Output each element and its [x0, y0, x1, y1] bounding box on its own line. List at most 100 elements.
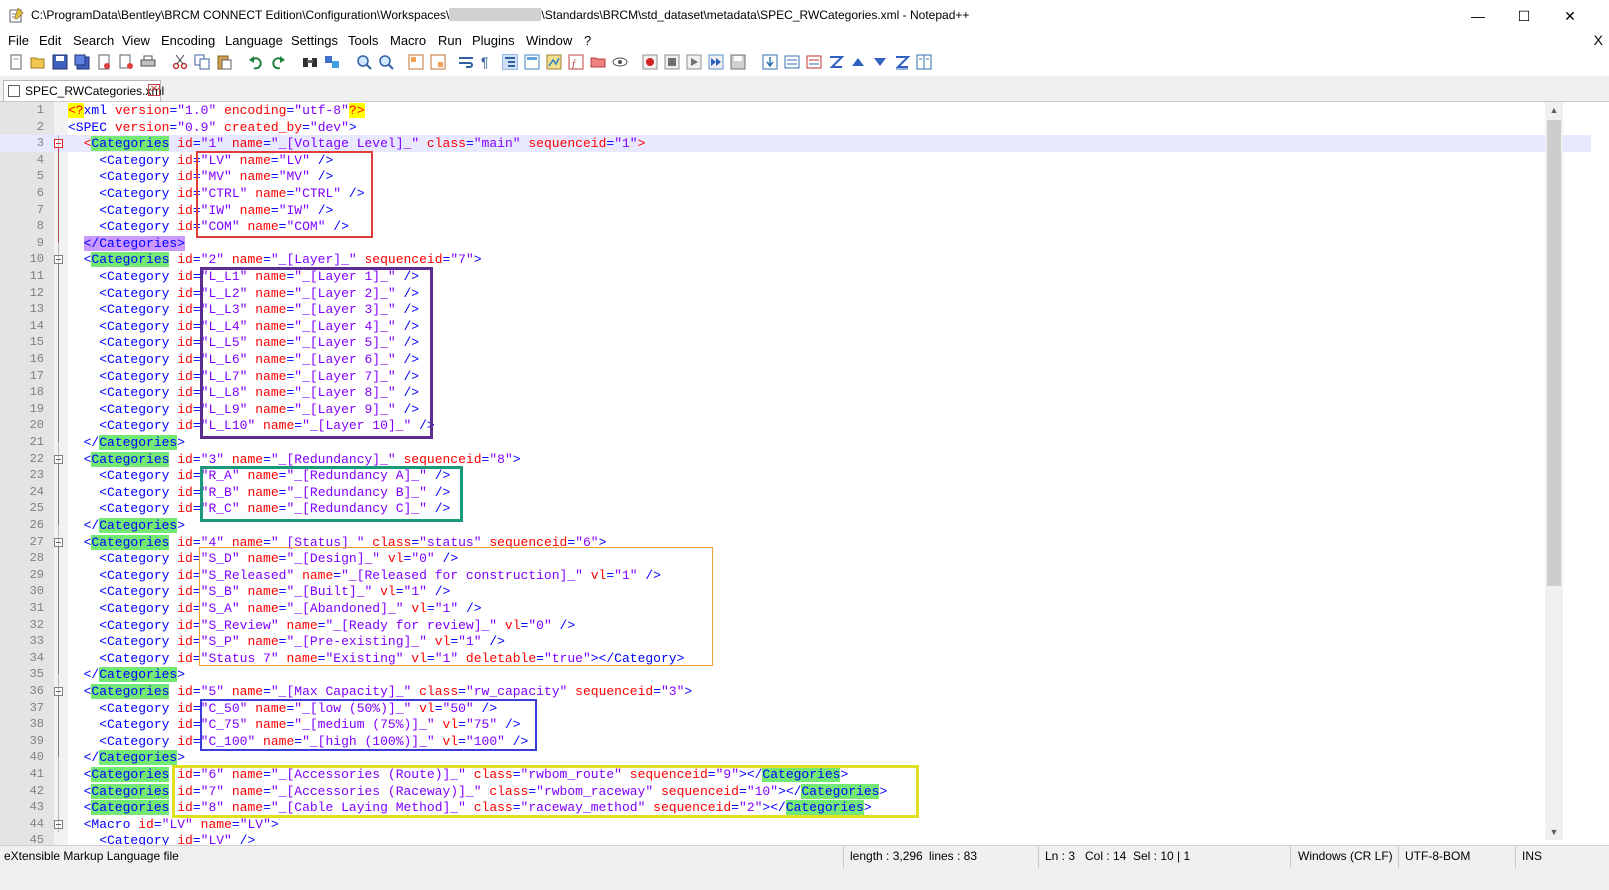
- menu-window[interactable]: Window: [526, 33, 572, 48]
- save-macro-icon[interactable]: [730, 54, 746, 70]
- code-line[interactable]: 37 <Category id="C_50" name="_[low (50%)…: [0, 700, 1591, 717]
- next-diff-icon[interactable]: [872, 54, 888, 70]
- previous-diff-icon[interactable]: [850, 54, 866, 70]
- code-line[interactable]: 28 <Category id="S_D" name="_[Design]_" …: [0, 550, 1591, 567]
- scroll-up-icon[interactable]: ▲: [1545, 102, 1563, 118]
- code-line[interactable]: 11 <Category id="L_L1" name="_[Layer 1]_…: [0, 268, 1591, 285]
- new-file-icon[interactable]: [8, 54, 24, 70]
- code-line[interactable]: 6 <Category id="CTRL" name="CTRL" />: [0, 185, 1591, 202]
- menu-run[interactable]: Run: [438, 33, 462, 48]
- zoom-in-icon[interactable]: [356, 54, 372, 70]
- record-macro-icon[interactable]: [642, 54, 658, 70]
- code-line[interactable]: 18 <Category id="L_L8" name="_[Layer 8]_…: [0, 384, 1591, 401]
- print-icon[interactable]: [140, 54, 156, 70]
- scroll-down-icon[interactable]: ▼: [1545, 824, 1563, 840]
- code-line[interactable]: 38 <Category id="C_75" name="_[medium (7…: [0, 716, 1591, 733]
- tab-close-icon[interactable]: ✕: [148, 84, 160, 96]
- maximize-button[interactable]: ☐: [1501, 0, 1547, 32]
- code-line[interactable]: 17 <Category id="L_L7" name="_[Layer 7]_…: [0, 368, 1591, 385]
- tab-spec-rwcategories[interactable]: SPEC_RWCategories.xml ✕: [3, 80, 164, 101]
- code-line[interactable]: 30 <Category id="S_B" name="_[Built]_" v…: [0, 583, 1591, 600]
- code-line[interactable]: 23 <Category id="R_A" name="_[Redundancy…: [0, 467, 1591, 484]
- code-line[interactable]: 42 <Categories id="7" name="_[Accessorie…: [0, 783, 1591, 800]
- code-line[interactable]: 2 <SPEC version="0.9" created_by="dev">: [0, 119, 1591, 136]
- undo-icon[interactable]: [248, 54, 264, 70]
- code-line[interactable]: 40 </Categories>: [0, 749, 1591, 766]
- menu-encoding[interactable]: Encoding: [161, 33, 215, 48]
- code-line[interactable]: 29 <Category id="S_Released" name="_[Rel…: [0, 567, 1591, 584]
- code-line[interactable]: 8 <Category id="COM" name="COM" />: [0, 218, 1591, 235]
- code-editor[interactable]: 1 <?xml version="1.0" encoding="utf-8"?> 2…: [0, 102, 1609, 860]
- sync-horizontal-icon[interactable]: [430, 54, 446, 70]
- code-line[interactable]: 21 </Categories>: [0, 434, 1591, 451]
- menu-file[interactable]: File: [8, 33, 29, 48]
- find-icon[interactable]: [302, 54, 318, 70]
- code-line[interactable]: 5 <Category id="MV" name="MV" />: [0, 168, 1591, 185]
- menu-settings[interactable]: Settings: [291, 33, 338, 48]
- show-all-chars-icon[interactable]: ¶: [478, 54, 494, 70]
- code-line[interactable]: 3 <Categories id="1" name="_[Voltage Lev…: [0, 135, 1591, 153]
- save-icon[interactable]: [52, 54, 68, 70]
- zoom-out-icon[interactable]: [378, 54, 394, 70]
- menu-view[interactable]: View: [122, 33, 150, 48]
- code-line[interactable]: 34 <Category id="Status 7" name="Existin…: [0, 650, 1591, 667]
- code-line[interactable]: 16 <Category id="L_L6" name="_[Layer 6]_…: [0, 351, 1591, 368]
- redo-icon[interactable]: [270, 54, 286, 70]
- close-file-icon[interactable]: [96, 54, 112, 70]
- minimize-button[interactable]: —: [1455, 0, 1501, 32]
- menu-search[interactable]: Search: [73, 33, 114, 48]
- copy-icon[interactable]: [194, 54, 210, 70]
- code-line[interactable]: 43 <Categories id="8" name="_[Cable Layi…: [0, 799, 1591, 816]
- menu-macro[interactable]: Macro: [390, 33, 426, 48]
- compare-panel-icon[interactable]: [916, 54, 932, 70]
- cut-icon[interactable]: [172, 54, 188, 70]
- indent-guide-icon[interactable]: [502, 54, 518, 70]
- scroll-thumb[interactable]: [1547, 120, 1561, 586]
- open-file-icon[interactable]: [30, 54, 46, 70]
- first-diff-icon[interactable]: [828, 54, 844, 70]
- xml-tools-icon[interactable]: [762, 54, 778, 70]
- save-all-icon[interactable]: [74, 54, 90, 70]
- play-macro-icon[interactable]: [686, 54, 702, 70]
- code-line[interactable]: 9 </Categories>: [0, 235, 1591, 252]
- udl-icon[interactable]: [524, 54, 540, 70]
- code-line[interactable]: 15 <Category id="L_L5" name="_[Layer 5]_…: [0, 334, 1591, 351]
- replace-icon[interactable]: [324, 54, 340, 70]
- code-line[interactable]: 33 <Category id="S_P" name="_[Pre-existi…: [0, 633, 1591, 650]
- code-line[interactable]: 44 <Macro id="LV" name="LV">: [0, 816, 1591, 833]
- menu-tools[interactable]: Tools: [348, 33, 378, 48]
- code-line[interactable]: 22 <Categories id="3" name="_[Redundancy…: [0, 451, 1591, 468]
- code-line[interactable]: 32 <Category id="S_Review" name="_[Ready…: [0, 617, 1591, 634]
- vertical-scrollbar[interactable]: ▲ ▼: [1545, 102, 1563, 840]
- menu-plugins[interactable]: Plugins: [472, 33, 515, 48]
- last-diff-icon[interactable]: [894, 54, 910, 70]
- code-line[interactable]: 24 <Category id="R_B" name="_[Redundancy…: [0, 484, 1591, 501]
- folder-workspace-icon[interactable]: [590, 54, 606, 70]
- doc-map-icon[interactable]: [546, 54, 562, 70]
- code-line[interactable]: 20 <Category id="L_L10" name="_[Layer 10…: [0, 417, 1591, 434]
- code-line[interactable]: 10 <Categories id="2" name="_[Layer]_" s…: [0, 251, 1591, 268]
- code-line[interactable]: 4 <Category id="LV" name="LV" />: [0, 152, 1591, 169]
- code-line[interactable]: 19 <Category id="L_L9" name="_[Layer 9]_…: [0, 401, 1591, 418]
- menu-help[interactable]: ?: [584, 33, 591, 48]
- sync-vertical-icon[interactable]: [408, 54, 424, 70]
- word-wrap-icon[interactable]: [458, 54, 474, 70]
- close-button[interactable]: ✕: [1547, 0, 1593, 32]
- compare-icon[interactable]: [784, 54, 800, 70]
- run-macro-multiple-icon[interactable]: [708, 54, 724, 70]
- code-line[interactable]: 31 <Category id="S_A" name="_[Abandoned]…: [0, 600, 1591, 617]
- code-line[interactable]: 35 </Categories>: [0, 666, 1591, 683]
- function-list-icon[interactable]: f: [568, 54, 584, 70]
- code-line[interactable]: 1 <?xml version="1.0" encoding="utf-8"?>: [0, 102, 1591, 119]
- code-line[interactable]: 41 <Categories id="6" name="_[Accessorie…: [0, 766, 1591, 783]
- code-line[interactable]: 25 <Category id="R_C" name="_[Redundancy…: [0, 500, 1591, 517]
- close-document-button[interactable]: X: [1594, 32, 1603, 48]
- code-line[interactable]: 12 <Category id="L_L2" name="_[Layer 2]_…: [0, 285, 1591, 302]
- paste-icon[interactable]: [216, 54, 232, 70]
- code-line[interactable]: 13 <Category id="L_L3" name="_[Layer 3]_…: [0, 301, 1591, 318]
- code-line[interactable]: 27 <Categories id="4" name="_[Status]_" …: [0, 534, 1591, 551]
- code-line[interactable]: 36 <Categories id="5" name="_[Max Capaci…: [0, 683, 1591, 700]
- compare-red-icon[interactable]: [806, 54, 822, 70]
- code-line[interactable]: 39 <Category id="C_100" name="_[high (10…: [0, 733, 1591, 750]
- code-line[interactable]: 26 </Categories>: [0, 517, 1591, 534]
